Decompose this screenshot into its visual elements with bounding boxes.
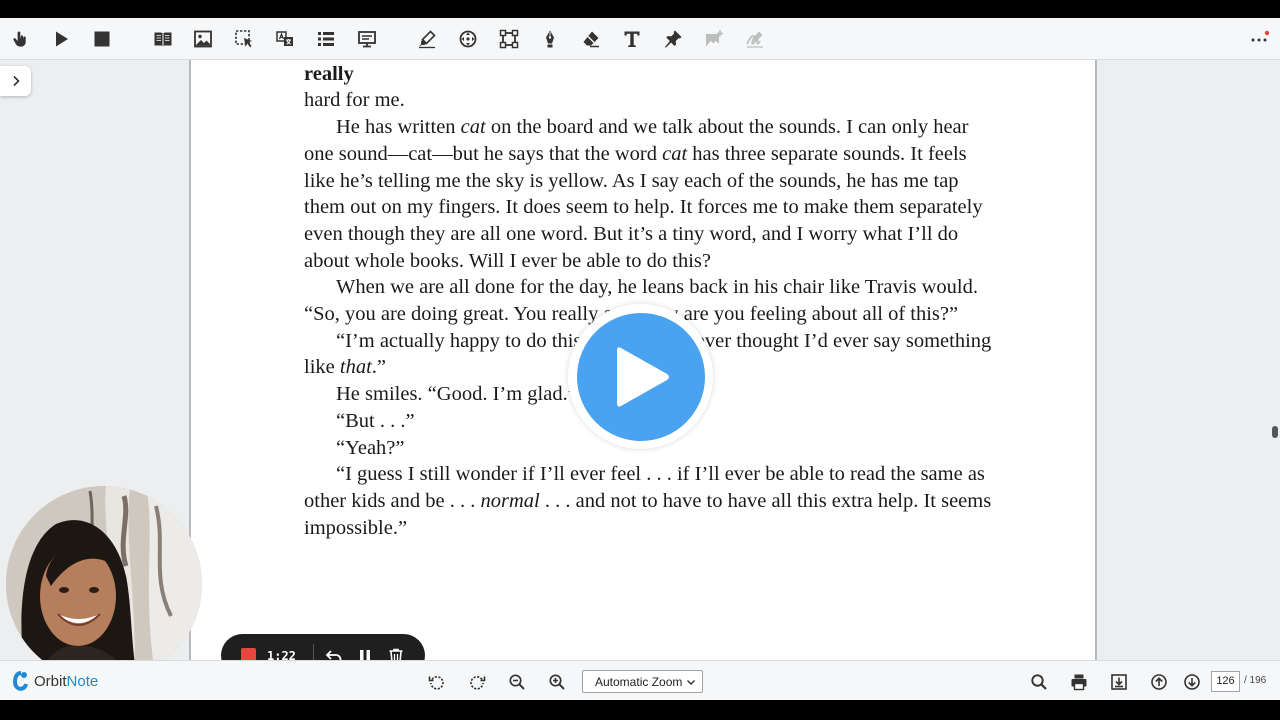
play-circle [576, 312, 705, 441]
list-icon[interactable] [313, 26, 339, 52]
sidebar-toggle-button[interactable] [0, 66, 31, 96]
highlighter-icon[interactable] [414, 26, 440, 52]
video-play-button[interactable] [568, 304, 713, 449]
signature-icon[interactable] [742, 26, 768, 52]
next-page-icon[interactable] [1180, 670, 1204, 694]
rotate-left-icon[interactable] [425, 670, 449, 694]
zoom-in-icon[interactable] [545, 670, 569, 694]
page-text: working with Mr. Daniels gets easier bec… [304, 60, 994, 541]
paragraph: He has written cat on the board and we t… [304, 114, 994, 274]
screen-bottom-bar [0, 700, 1280, 720]
italic-text: cat [662, 142, 688, 165]
hand-pointer-icon[interactable] [7, 26, 33, 52]
zoom-select[interactable]: Automatic Zoom [582, 670, 703, 693]
italic-text: cat [460, 116, 486, 139]
presentation-icon[interactable] [354, 26, 380, 52]
orbitnote-logo: OrbitNote [12, 670, 98, 692]
text-run: He smiles. “Good. I’m glad.” [336, 383, 577, 406]
pen-icon[interactable] [537, 26, 563, 52]
book-icon[interactable] [150, 26, 176, 52]
move-icon[interactable] [455, 26, 481, 52]
text-icon[interactable] [619, 26, 645, 52]
zoom-value: Automatic Zoom [595, 674, 683, 689]
presenter-avatar [6, 486, 202, 682]
text-run: .” [371, 356, 387, 379]
page-number-input[interactable]: 126 [1211, 671, 1240, 692]
translate-icon[interactable] [272, 26, 298, 52]
text-run: hard for me. [304, 89, 405, 112]
stop-icon[interactable] [89, 26, 115, 52]
logo-text: OrbitNote [34, 672, 99, 690]
previous-page-icon[interactable] [1147, 670, 1171, 694]
screen-top-bar [0, 0, 1280, 18]
cut-off-line: working with Mr. Daniels gets easier bec… [304, 62, 354, 85]
chevron-down-icon [687, 680, 695, 685]
text-run: “Yeah?” [336, 436, 405, 459]
play-icon [616, 346, 669, 407]
download-icon[interactable] [1107, 670, 1131, 694]
text-run: “But . . .” [336, 409, 415, 432]
chevron-right-icon [12, 75, 20, 87]
orbitnote-app: working with Mr. Daniels gets easier bec… [0, 18, 1280, 700]
main-toolbar [0, 18, 1280, 60]
bottom-toolbar: OrbitNote Automatic Zoom 126 / 196 [0, 660, 1280, 700]
pin-icon[interactable] [660, 26, 686, 52]
rotate-right-icon[interactable] [465, 670, 489, 694]
eraser-icon[interactable] [578, 26, 604, 52]
paragraph: “I guess I still wonder if I’ll ever fee… [304, 461, 994, 541]
italic-text: normal [480, 489, 540, 512]
zoom-out-icon[interactable] [505, 670, 529, 694]
select-area-icon[interactable] [231, 26, 257, 52]
webcam-bubble[interactable] [6, 486, 202, 682]
add-image-icon[interactable] [701, 26, 727, 52]
text-run: He has written [336, 116, 461, 139]
play-icon[interactable] [48, 26, 74, 52]
page-total: / 196 [1244, 675, 1267, 686]
print-icon[interactable] [1067, 670, 1091, 694]
paragraph: hard for me. [304, 87, 994, 114]
italic-text: that [339, 356, 372, 379]
shape-icon[interactable] [496, 26, 522, 52]
search-icon[interactable] [1027, 670, 1051, 694]
image-icon[interactable] [190, 26, 216, 52]
orbitnote-logo-icon [13, 671, 28, 691]
scrollbar-thumb[interactable] [1272, 426, 1278, 438]
more-icon[interactable] [1249, 26, 1269, 52]
